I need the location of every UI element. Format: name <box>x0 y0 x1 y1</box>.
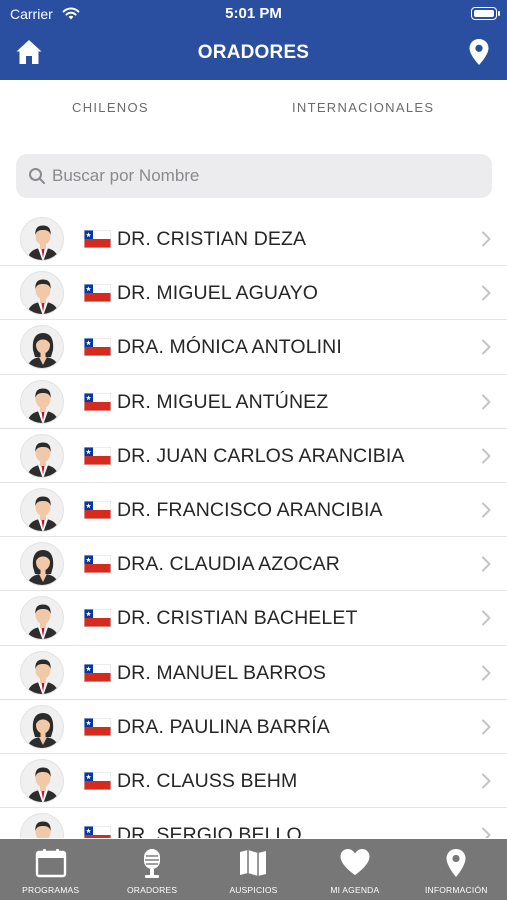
speaker-name: DR. CRISTIAN DEZA <box>117 228 307 250</box>
speaker-row[interactable]: DRA. PAULINA BARRÍA <box>0 700 507 754</box>
battery-icon <box>471 7 500 20</box>
chile-flag-icon <box>84 771 111 790</box>
header: Carrier 5:01 PM ORADORES <box>0 0 507 80</box>
heart-icon <box>340 849 370 875</box>
speaker-list: DR. CRISTIAN DEZA DR. MIGUEL AGUAYO DRA.… <box>0 212 507 838</box>
chile-flag-icon <box>84 555 111 574</box>
speaker-row[interactable]: DR. CRISTIAN DEZA <box>0 212 507 267</box>
speaker-row[interactable]: DR. MANUEL BARROS <box>0 646 507 700</box>
speaker-row[interactable]: DR. SERGIO BELLO <box>0 808 507 838</box>
chile-flag-icon <box>84 663 111 682</box>
chevron-right-icon <box>481 719 491 735</box>
tab-mi-agenda[interactable]: MI AGENDA <box>304 839 405 900</box>
avatar-female <box>20 542 64 587</box>
speaker-row[interactable]: DRA. CLAUDIA AZOCAR <box>0 537 507 592</box>
speaker-name: DR. SERGIO BELLO <box>117 824 302 838</box>
chevron-right-icon <box>481 827 491 838</box>
clock: 5:01 PM <box>225 5 282 22</box>
calendar-icon <box>35 849 66 878</box>
chevron-right-icon <box>481 556 491 572</box>
avatar-male <box>20 433 64 478</box>
speaker-row[interactable]: DRA. MÓNICA ANTOLINI <box>0 320 507 375</box>
avatar-female <box>20 325 64 370</box>
speaker-name: DR. MIGUEL ANTÚNEZ <box>117 390 329 413</box>
status-bar: Carrier 5:01 PM <box>0 0 507 28</box>
avatar-male <box>20 596 64 641</box>
tab-label: AUSPICIOS <box>229 885 278 895</box>
tab-label: INFORMACIÓN <box>424 885 488 895</box>
speaker-row[interactable]: DR. JUAN CARLOS ARANCIBIA <box>0 429 507 483</box>
chile-flag-icon <box>84 338 111 357</box>
speaker-row[interactable]: DR. CRISTIAN BACHELET <box>0 591 507 646</box>
tab-auspicios[interactable]: AUSPICIOS <box>203 839 304 900</box>
speaker-name: DR. CRISTIAN BACHELET <box>117 607 358 630</box>
tab-label: ORADORES <box>126 885 178 895</box>
tab-label: MI AGENDA <box>330 885 380 895</box>
avatar-male <box>20 650 64 695</box>
avatar-female <box>20 704 64 749</box>
chile-flag-icon <box>84 230 111 248</box>
chevron-right-icon <box>481 231 491 247</box>
speaker-name: DRA. MÓNICA ANTOLINI <box>117 336 342 359</box>
avatar-male <box>20 758 64 803</box>
tab-programas[interactable]: PROGRAMAS <box>0 839 101 900</box>
speaker-name: DR. FRANCISCO ARANCIBIA <box>117 498 383 521</box>
chile-flag-icon <box>84 284 111 303</box>
chile-flag-icon <box>84 717 111 736</box>
chevron-right-icon <box>481 665 491 681</box>
avatar-male <box>20 271 64 316</box>
speaker-row[interactable]: DR. CLAUSS BEHM <box>0 754 507 809</box>
chevron-right-icon <box>481 610 491 626</box>
chile-flag-icon <box>84 826 111 838</box>
chile-flag-icon <box>84 446 111 465</box>
search-icon <box>29 168 45 184</box>
tab-oradores[interactable]: ORADORES <box>101 839 202 900</box>
tab-bar: PROGRAMAS ORADORES AUSPICIOS MI AGENDA I… <box>0 839 507 900</box>
tab-label: PROGRAMAS <box>22 885 80 895</box>
tab-chilenos[interactable]: CHILENOS <box>72 100 149 115</box>
chevron-right-icon <box>481 773 491 789</box>
chevron-right-icon <box>481 394 491 410</box>
chevron-right-icon <box>481 339 491 355</box>
speaker-name: DR. MANUEL BARROS <box>117 661 327 684</box>
speaker-name: DR. JUAN CARLOS ARANCIBIA <box>117 444 405 467</box>
chevron-right-icon <box>481 502 491 518</box>
speaker-row[interactable]: DR. MIGUEL AGUAYO <box>0 266 507 321</box>
tab-informacion[interactable]: INFORMACIÓN <box>406 839 507 900</box>
avatar-male <box>20 813 64 838</box>
microphone-icon <box>144 849 161 878</box>
avatar-male <box>20 379 64 424</box>
location-pin-icon <box>446 849 466 877</box>
chile-flag-icon <box>84 609 111 628</box>
chevron-right-icon <box>481 448 491 464</box>
speaker-name: DR. CLAUSS BEHM <box>117 769 298 792</box>
location-pin-icon[interactable] <box>468 38 490 66</box>
map-icon <box>240 850 267 876</box>
speaker-name: DRA. CLAUDIA AZOCAR <box>117 553 340 576</box>
segment-control: CHILENOS INTERNACIONALES <box>0 80 507 138</box>
speaker-name: DRA. PAULINA BARRÍA <box>117 715 330 738</box>
chevron-right-icon <box>481 285 491 301</box>
chile-flag-icon <box>84 392 111 411</box>
speaker-row[interactable]: DR. FRANCISCO ARANCIBIA <box>0 483 507 538</box>
avatar-male <box>20 487 64 532</box>
page-title: ORADORES <box>197 42 310 63</box>
search-input[interactable] <box>52 154 472 198</box>
search-bar[interactable] <box>16 154 492 198</box>
speaker-row[interactable]: DR. MIGUEL ANTÚNEZ <box>0 375 507 429</box>
avatar-male <box>20 217 64 261</box>
speaker-name: DR. MIGUEL AGUAYO <box>117 282 319 305</box>
tab-internacionales[interactable]: INTERNACIONALES <box>292 100 434 115</box>
chile-flag-icon <box>84 500 111 519</box>
